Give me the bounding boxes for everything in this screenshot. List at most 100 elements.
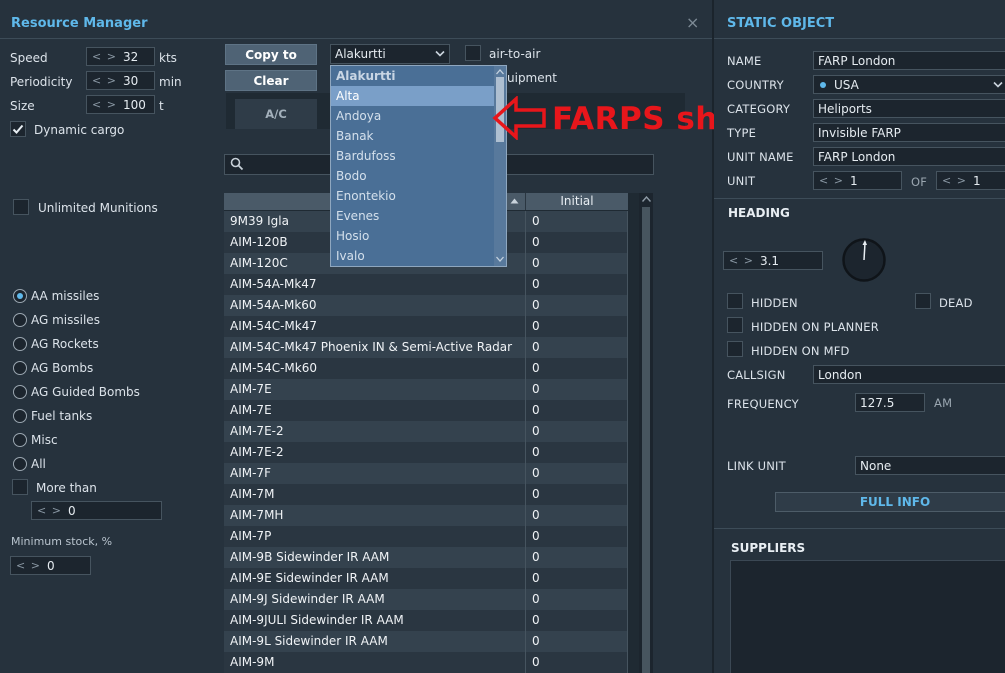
munition-initial[interactable]: 0 xyxy=(526,463,628,484)
suppliers-list[interactable] xyxy=(730,560,1005,673)
copy-to-button[interactable]: Copy to xyxy=(225,44,317,65)
frequency-field[interactable]: 127.5 xyxy=(855,393,925,412)
munition-initial[interactable]: 0 xyxy=(526,526,628,547)
stepper-arrows-icon[interactable]: < > xyxy=(32,504,68,517)
dropdown-item[interactable]: Evenes xyxy=(331,206,494,226)
clear-button[interactable]: Clear xyxy=(225,70,317,91)
sort-arrow-icon[interactable] xyxy=(510,198,519,204)
munition-initial[interactable]: 0 xyxy=(526,505,628,526)
dropdown-item[interactable]: Banak xyxy=(331,126,494,146)
header-initial-column[interactable]: Initial xyxy=(526,193,628,210)
table-row[interactable]: AIM-54A-Mk47 0 xyxy=(224,274,628,295)
hidden-on-planner-checkbox[interactable] xyxy=(727,317,743,333)
munition-initial[interactable]: 0 xyxy=(526,421,628,442)
category-select[interactable]: Heliports xyxy=(813,99,1005,118)
minimum-stock-stepper[interactable]: < > 0 xyxy=(10,556,91,575)
table-row[interactable]: AIM-9M 0 xyxy=(224,652,628,673)
munition-initial[interactable]: 0 xyxy=(526,652,628,673)
stepper-arrows-icon[interactable]: < > xyxy=(11,559,47,572)
country-select[interactable]: USA xyxy=(813,75,1005,94)
airfield-select[interactable]: Alakurtti xyxy=(330,44,450,64)
table-row[interactable]: AIM-9B Sidewinder IR AAM 0 xyxy=(224,547,628,568)
munition-initial[interactable]: 0 xyxy=(526,379,628,400)
table-row[interactable]: AIM-7E-2 0 xyxy=(224,442,628,463)
close-icon[interactable]: × xyxy=(686,13,699,32)
hidden-on-mfd-checkbox[interactable] xyxy=(727,341,743,357)
stepper-arrows-icon[interactable]: < > xyxy=(87,74,123,87)
table-row[interactable]: AIM-7E 0 xyxy=(224,400,628,421)
periodicity-stepper[interactable]: < > 30 xyxy=(86,71,155,90)
heading-dial-icon[interactable] xyxy=(841,237,887,283)
dynamic-cargo-checkbox[interactable] xyxy=(10,121,26,137)
munition-initial[interactable]: 0 xyxy=(526,484,628,505)
table-row[interactable]: AIM-54C-Mk47 0 xyxy=(224,316,628,337)
table-row[interactable]: AIM-54A-Mk60 0 xyxy=(224,295,628,316)
munition-initial[interactable]: 0 xyxy=(526,631,628,652)
unlimited-munitions-checkbox[interactable] xyxy=(13,199,29,215)
hidden-checkbox[interactable] xyxy=(727,293,743,309)
radio-aa-missiles[interactable] xyxy=(13,289,27,303)
table-row[interactable]: AIM-54C-Mk47 Phoenix IN & Semi-Active Ra… xyxy=(224,337,628,358)
munition-initial[interactable]: 0 xyxy=(526,358,628,379)
table-row[interactable]: AIM-9L Sidewinder IR AAM 0 xyxy=(224,631,628,652)
callsign-field[interactable]: London xyxy=(813,365,1005,384)
radio-fuel-tanks[interactable] xyxy=(13,409,27,423)
more-than-checkbox[interactable] xyxy=(12,479,28,495)
munition-initial[interactable]: 0 xyxy=(526,274,628,295)
unit-name-field[interactable]: FARP London xyxy=(813,147,1005,166)
munition-initial[interactable]: 0 xyxy=(526,568,628,589)
chevron-down-icon[interactable] xyxy=(435,50,445,58)
munition-initial[interactable]: 0 xyxy=(526,316,628,337)
munition-initial[interactable]: 0 xyxy=(526,211,628,232)
scroll-up-icon[interactable] xyxy=(642,196,651,202)
size-stepper[interactable]: < > 100 xyxy=(86,95,155,114)
more-than-stepper[interactable]: < > 0 xyxy=(31,501,162,520)
table-row[interactable]: AIM-9JULI Sidewinder IR AAM 0 xyxy=(224,610,628,631)
unit-of-stepper[interactable]: < > 1 xyxy=(936,171,1005,190)
chevron-down-icon[interactable] xyxy=(993,81,1003,89)
dropdown-item[interactable]: Enontekio xyxy=(331,186,494,206)
dropdown-item-selected[interactable]: Alta xyxy=(331,86,494,106)
tab-ac[interactable]: A/C xyxy=(235,99,317,129)
full-info-button[interactable]: FULL INFO xyxy=(775,492,1005,512)
dropdown-item[interactable]: Bodo xyxy=(331,166,494,186)
dropdown-item[interactable]: Andoya xyxy=(331,106,494,126)
table-scrollbar-thumb[interactable] xyxy=(642,207,650,673)
stepper-arrows-icon[interactable]: < > xyxy=(937,174,973,187)
stepper-arrows-icon[interactable]: < > xyxy=(87,50,123,63)
heading-stepper[interactable]: < > 3.1 xyxy=(723,251,823,270)
name-field[interactable]: FARP London xyxy=(813,51,1005,70)
table-row[interactable]: AIM-9J Sidewinder IR AAM 0 xyxy=(224,589,628,610)
radio-ag-rockets[interactable] xyxy=(13,337,27,351)
munition-initial[interactable]: 0 xyxy=(526,442,628,463)
munition-initial[interactable]: 0 xyxy=(526,589,628,610)
table-row[interactable]: AIM-7M 0 xyxy=(224,484,628,505)
table-row[interactable]: AIM-7E 0 xyxy=(224,379,628,400)
scroll-down-icon[interactable] xyxy=(496,256,504,262)
munition-initial[interactable]: 0 xyxy=(526,253,628,274)
radio-ag-missiles[interactable] xyxy=(13,313,27,327)
table-row[interactable]: AIM-54C-Mk60 0 xyxy=(224,358,628,379)
stepper-arrows-icon[interactable]: < > xyxy=(87,98,123,111)
radio-ag-bombs[interactable] xyxy=(13,361,27,375)
dead-checkbox[interactable] xyxy=(915,293,931,309)
speed-stepper[interactable]: < > 32 xyxy=(86,47,155,66)
airfield-dropdown-list[interactable]: Alakurtti Alta Andoya Banak Bardufoss Bo… xyxy=(330,65,507,267)
dropdown-item[interactable]: Ivalo xyxy=(331,246,494,266)
dropdown-item[interactable]: Hosio xyxy=(331,226,494,246)
type-select[interactable]: Invisible FARP xyxy=(813,123,1005,142)
air-to-air-checkbox[interactable] xyxy=(465,45,481,61)
link-unit-select[interactable]: None xyxy=(855,456,1005,475)
table-row[interactable]: AIM-7F 0 xyxy=(224,463,628,484)
radio-misc[interactable] xyxy=(13,433,27,447)
stepper-arrows-icon[interactable]: < > xyxy=(814,174,850,187)
munition-initial[interactable]: 0 xyxy=(526,610,628,631)
dropdown-item[interactable]: Alakurtti xyxy=(331,66,494,86)
unit-stepper[interactable]: < > 1 xyxy=(813,171,902,190)
munition-initial[interactable]: 0 xyxy=(526,295,628,316)
munition-initial[interactable]: 0 xyxy=(526,400,628,421)
table-row[interactable]: AIM-7MH 0 xyxy=(224,505,628,526)
munition-initial[interactable]: 0 xyxy=(526,232,628,253)
munition-initial[interactable]: 0 xyxy=(526,547,628,568)
table-row[interactable]: AIM-7P 0 xyxy=(224,526,628,547)
